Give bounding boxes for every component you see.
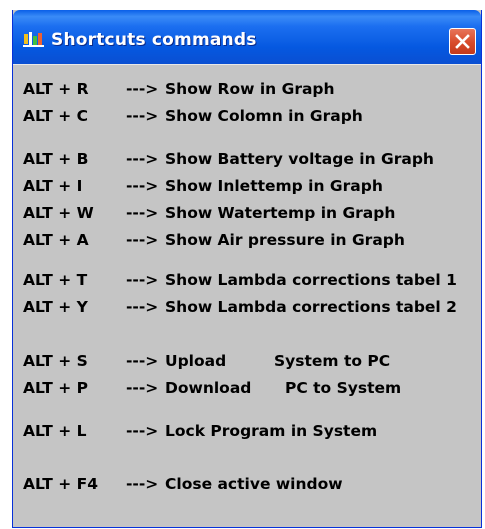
shortcut-key: ALT + L	[23, 422, 87, 440]
shortcut-arrow: --->	[126, 107, 159, 125]
app-icon	[23, 32, 44, 47]
shortcut-description: Show Colomn in Graph	[165, 107, 363, 125]
shortcut-key: ALT + I	[23, 177, 83, 195]
shortcut-key: ALT + F4	[23, 475, 99, 493]
shortcut-arrow: --->	[126, 271, 159, 289]
shortcut-arrow: --->	[126, 150, 159, 168]
shortcut-key: ALT + P	[23, 379, 89, 397]
shortcut-detail: PC to System	[285, 379, 402, 397]
shortcut-description: Show Row in Graph	[165, 80, 335, 98]
shortcut-description: Show Inlettemp in Graph	[165, 177, 383, 195]
shortcut-description: Download	[165, 379, 252, 397]
shortcut-key: ALT + W	[23, 204, 94, 222]
shortcut-arrow: --->	[126, 80, 159, 98]
shortcuts-list: ALT + R ---> Show Row in Graph ALT + C -…	[13, 64, 481, 527]
shortcut-arrow: --->	[126, 352, 159, 370]
shortcut-arrow: --->	[126, 422, 159, 440]
shortcut-arrow: --->	[126, 475, 159, 493]
shortcut-description: Show Lambda corrections tabel 2	[165, 298, 457, 316]
close-icon	[455, 34, 470, 49]
shortcut-key: ALT + S	[23, 352, 88, 370]
shortcut-key: ALT + C	[23, 107, 89, 125]
shortcut-key: ALT + R	[23, 80, 89, 98]
shortcut-key: ALT + A	[23, 231, 89, 249]
shortcut-arrow: --->	[126, 379, 159, 397]
shortcut-description: Show Battery voltage in Graph	[165, 150, 434, 168]
shortcut-description: Show Watertemp in Graph	[165, 204, 396, 222]
window-title: Shortcuts commands	[51, 30, 257, 50]
shortcut-detail: System to PC	[274, 352, 391, 370]
shortcut-arrow: --->	[126, 204, 159, 222]
shortcut-arrow: --->	[126, 177, 159, 195]
shortcut-description: Upload	[165, 352, 227, 370]
shortcut-description: Show Lambda corrections tabel 1	[165, 271, 457, 289]
shortcuts-window: Shortcuts commands ALT + R ---> Show Row…	[12, 10, 482, 528]
shortcut-key: ALT + Y	[23, 298, 88, 316]
shortcut-description: Show Air pressure in Graph	[165, 231, 405, 249]
close-button[interactable]	[449, 28, 476, 55]
shortcut-arrow: --->	[126, 231, 159, 249]
shortcut-key: ALT + B	[23, 150, 89, 168]
title-bar[interactable]: Shortcuts commands	[13, 10, 481, 64]
shortcut-description: Lock Program in System	[165, 422, 378, 440]
shortcut-description: Close active window	[165, 475, 343, 493]
shortcut-key: ALT + T	[23, 271, 88, 289]
shortcut-arrow: --->	[126, 298, 159, 316]
